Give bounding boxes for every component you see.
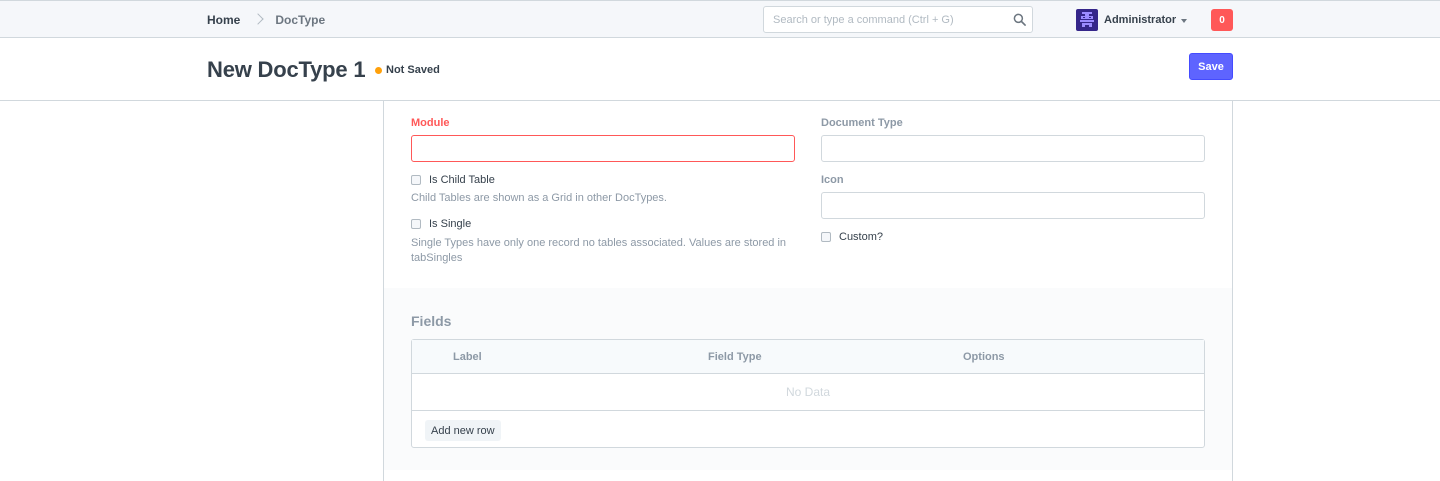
status-dot-icon xyxy=(375,66,382,74)
module-label: Module xyxy=(411,117,450,129)
search-box xyxy=(763,6,1033,33)
grid-header: Label Field Type Options xyxy=(412,340,1204,374)
avatar xyxy=(1076,9,1098,31)
document-type-label: Document Type xyxy=(821,117,903,129)
fields-section-title: Fields xyxy=(411,313,452,329)
is-child-table-help: Child Tables are shown as a Grid in othe… xyxy=(411,192,667,204)
is-single-checkbox[interactable] xyxy=(411,219,421,229)
user-name: Administrator xyxy=(1104,14,1177,26)
is-single-label: Is Single xyxy=(429,218,472,230)
module-input[interactable] xyxy=(411,135,795,162)
status-indicator: Not Saved xyxy=(375,64,440,76)
search-icon[interactable] xyxy=(1013,13,1026,26)
fields-section: Fields Label Field Type Options No Data … xyxy=(384,288,1232,470)
grid-empty-message: No Data xyxy=(412,374,1204,411)
icon-input[interactable] xyxy=(821,192,1205,219)
icon-label: Icon xyxy=(821,174,844,186)
custom-label: Custom? xyxy=(839,231,884,243)
document-type-input[interactable] xyxy=(821,135,1205,162)
page-title: New DocType 1 xyxy=(207,57,366,82)
status-text: Not Saved xyxy=(386,64,440,76)
page-head: New DocType 1 Not Saved Save xyxy=(0,38,1440,101)
breadcrumb-doctype[interactable]: DocType xyxy=(275,13,325,27)
form-layout: Module Is Child Table Child Tables are s… xyxy=(383,101,1233,481)
grid-column-label: Label xyxy=(453,351,482,363)
add-new-row-button[interactable]: Add new row xyxy=(425,420,501,441)
is-single-row[interactable]: Is Single xyxy=(411,218,471,230)
save-button[interactable]: Save xyxy=(1189,53,1233,80)
caret-down-icon xyxy=(1181,18,1188,23)
avatar-icon xyxy=(1080,12,1094,27)
custom-row[interactable]: Custom? xyxy=(821,231,883,243)
custom-checkbox[interactable] xyxy=(821,232,831,242)
fields-grid: Label Field Type Options No Data Add new… xyxy=(411,339,1205,448)
notification-badge[interactable]: 0 xyxy=(1211,9,1233,31)
search-input[interactable] xyxy=(764,7,1004,32)
is-child-table-label: Is Child Table xyxy=(429,174,495,186)
is-child-table-row[interactable]: Is Child Table xyxy=(411,174,495,186)
grid-column-options: Options xyxy=(963,351,1005,363)
is-single-help: Single Types have only one record no tab… xyxy=(411,237,787,264)
is-child-table-checkbox[interactable] xyxy=(411,175,421,185)
navbar: Home DocType Administrator 0 xyxy=(0,0,1440,38)
breadcrumb-home[interactable]: Home xyxy=(207,13,240,27)
chevron-right-icon xyxy=(254,13,262,27)
user-menu[interactable]: Administrator xyxy=(1076,8,1188,32)
breadcrumb: Home DocType xyxy=(207,1,325,38)
grid-column-field-type: Field Type xyxy=(708,351,762,363)
